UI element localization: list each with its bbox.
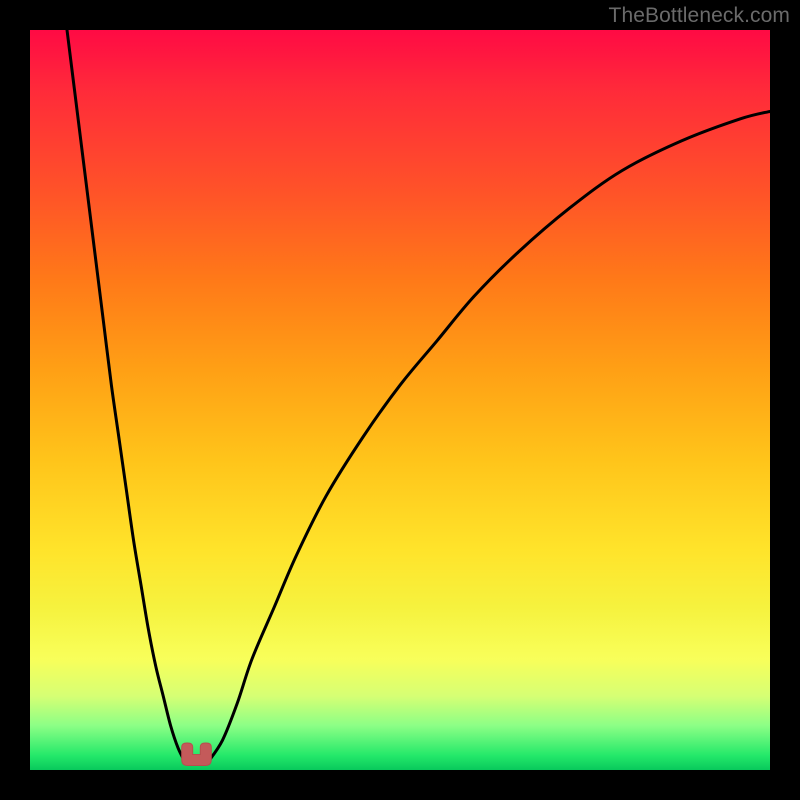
curve-layer [30, 30, 770, 770]
minimum-marker [182, 743, 212, 766]
watermark-text: TheBottleneck.com [609, 4, 790, 28]
right-branch-curve [208, 111, 770, 762]
chart-frame: TheBottleneck.com [0, 0, 800, 800]
left-branch-curve [67, 30, 185, 763]
plot-area [30, 30, 770, 770]
